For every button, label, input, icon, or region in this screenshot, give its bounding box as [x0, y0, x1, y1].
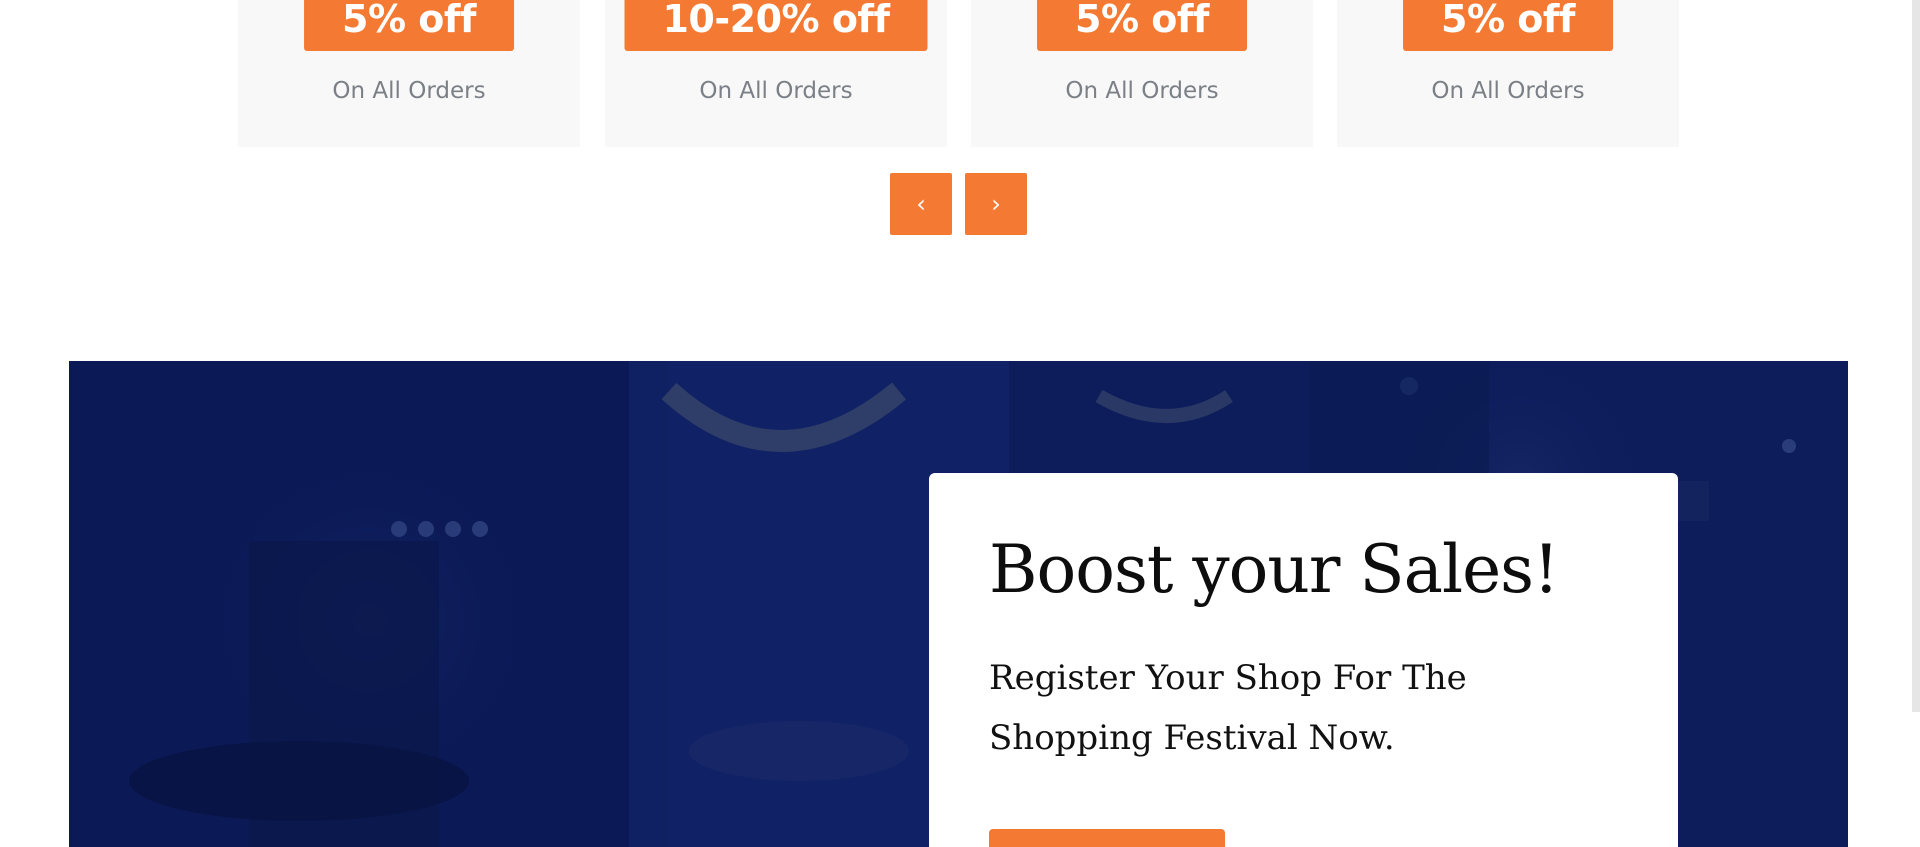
offer-discount-badge: 5% off: [1403, 0, 1613, 51]
offer-caption: On All Orders: [699, 78, 853, 104]
register-shop-button[interactable]: [989, 829, 1225, 847]
slider-next-button[interactable]: ›: [965, 173, 1027, 235]
offer-card: 5% off On All Orders: [1337, 0, 1679, 147]
chevron-right-icon: ›: [991, 190, 1001, 218]
promo-text: Register Your Shop For The Shopping Fest…: [989, 658, 1467, 758]
chevron-left-icon: ‹: [916, 190, 926, 218]
offer-card: 10-20% off On All Orders: [605, 0, 947, 147]
page: 5% off On All Orders 10-20% off On All O…: [0, 0, 1920, 847]
slider-prev-button[interactable]: ‹: [890, 173, 952, 235]
offer-caption: On All Orders: [332, 78, 486, 104]
offer-card: 5% off On All Orders: [971, 0, 1313, 147]
promo-title: Boost your Sales!: [989, 531, 1560, 608]
offer-card: 5% off On All Orders: [238, 0, 580, 147]
offer-discount-badge: 10-20% off: [624, 0, 928, 51]
offer-discount-badge: 5% off: [1037, 0, 1247, 51]
promo-card: Boost your Sales! Register Your Shop For…: [929, 473, 1678, 847]
offer-caption: On All Orders: [1431, 78, 1585, 104]
scrollbar-thumb[interactable]: [1912, 0, 1920, 712]
offer-caption: On All Orders: [1065, 78, 1219, 104]
offer-discount-badge: 5% off: [304, 0, 514, 51]
